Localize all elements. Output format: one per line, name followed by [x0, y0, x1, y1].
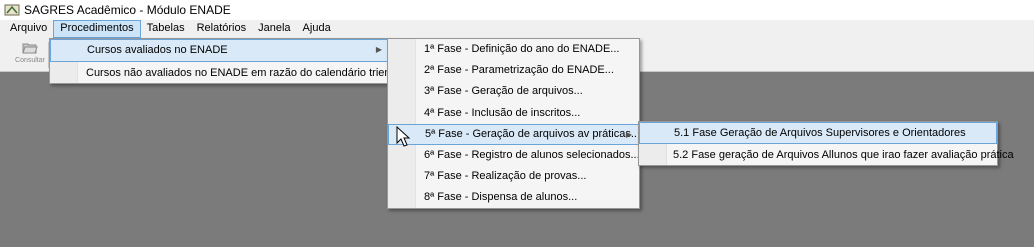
menu-item-fase-6[interactable]: 6ª Fase - Registro de alunos selecionado… — [388, 145, 640, 166]
menu-item-fase-7[interactable]: 7ª Fase - Realização de provas... — [388, 166, 639, 187]
menu-item-label: Cursos avaliados no ENADE — [87, 44, 228, 56]
folder-open-icon — [22, 43, 38, 54]
menu-item-label: 7ª Fase - Realização de provas... — [424, 170, 587, 183]
menu-relatorios[interactable]: Relatórios — [191, 20, 253, 38]
submenu-arrow-icon: ▶ — [625, 129, 632, 139]
mouse-pointer-icon — [396, 126, 411, 147]
menu-janela[interactable]: Janela — [252, 20, 296, 38]
consultar-label: Consultar — [15, 57, 45, 64]
menu-ajuda[interactable]: Ajuda — [297, 20, 337, 38]
menu-item-fase-5-2[interactable]: 5.2 Fase geração de Arquivos Allunos que… — [639, 144, 1014, 166]
menu-item-label: 6ª Fase - Registro de alunos selecionado… — [424, 148, 640, 161]
menu-item-label: 5ª Fase - Geração de arquivos av prática… — [425, 127, 641, 140]
submenu-arrow-icon: ▶ — [375, 45, 382, 54]
app-logo-icon — [4, 4, 20, 16]
menu-item-cursos-nao-avaliados[interactable]: Cursos não avaliados no ENADE em razão d… — [50, 62, 408, 85]
consultar-button[interactable]: Consultar — [10, 41, 50, 69]
window-title: SAGRES Acadêmico - Módulo ENADE — [24, 3, 231, 17]
menu-item-label: 4ª Fase - Inclusão de inscritos... — [424, 106, 581, 119]
title-bar: SAGRES Acadêmico - Módulo ENADE — [0, 0, 1034, 20]
procedimentos-dropdown: Cursos avaliados no ENADE ▶ Cursos não a… — [49, 38, 408, 85]
menu-item-label: 8ª Fase - Dispensa de alunos... — [424, 191, 578, 204]
menu-procedimentos[interactable]: Procedimentos — [53, 20, 141, 38]
menu-item-fase-3[interactable]: 3ª Fase - Geração de arquivos... — [388, 81, 639, 102]
menu-item-cursos-avaliados[interactable]: Cursos avaliados no ENADE ▶ — [50, 39, 389, 62]
menu-item-fase-5-1[interactable]: 5.1 Fase Geração de Arquivos Supervisore… — [639, 122, 997, 144]
menu-item-label: 3ª Fase - Geração de arquivos... — [424, 85, 583, 98]
menu-item-fase-5[interactable]: 5ª Fase - Geração de arquivos av prática… — [388, 123, 641, 145]
menu-item-fase-1[interactable]: 1ª Fase - Definição do ano do ENADE... — [388, 39, 639, 60]
menu-item-fase-2[interactable]: 2ª Fase - Parametrização do ENADE... — [388, 60, 639, 81]
menu-arquivo[interactable]: Arquivo — [4, 20, 53, 38]
menu-item-label: 5.1 Fase Geração de Arquivos Supervisore… — [674, 127, 966, 139]
menu-item-label: 2ª Fase - Parametrização do ENADE... — [424, 64, 614, 77]
menu-item-label: 5.2 Fase geração de Arquivos Allunos que… — [673, 149, 1014, 161]
menu-item-label: Cursos não avaliados no ENADE em razão d… — [86, 67, 409, 79]
menu-item-fase-8[interactable]: 8ª Fase - Dispensa de alunos... — [388, 187, 639, 208]
menu-item-fase-4[interactable]: 4ª Fase - Inclusão de inscritos... — [388, 103, 639, 124]
menu-item-label: 1ª Fase - Definição do ano do ENADE... — [424, 43, 620, 55]
menu-bar: Arquivo Procedimentos Tabelas Relatórios… — [0, 20, 1034, 38]
menu-tabelas[interactable]: Tabelas — [141, 20, 191, 38]
fases-submenu: 1ª Fase - Definição do ano do ENADE... 2… — [387, 38, 640, 209]
quinta-fase-submenu: 5.1 Fase Geração de Arquivos Supervisore… — [638, 121, 1014, 166]
